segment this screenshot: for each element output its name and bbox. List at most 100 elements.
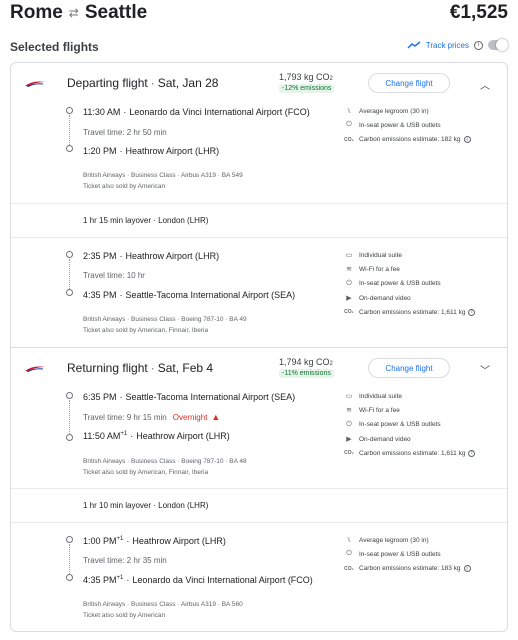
arrival-row: 11:50 AM+1 · Heathrow Airport (LHR) bbox=[83, 431, 230, 441]
info-icon[interactable]: i bbox=[463, 565, 471, 573]
co2-icon: CO₂ bbox=[344, 136, 354, 143]
departing-flight-card: Departing flight · Sat, Jan 28 1,793 kg CO… bbox=[10, 62, 508, 348]
arrival-airport: Heathrow Airport (LHR) bbox=[125, 146, 220, 156]
amenity-video: ▶ On-demand video bbox=[343, 291, 503, 305]
flight-direction: Departing flight bbox=[67, 76, 148, 90]
arrival-row: 4:35 PM · Seattle-Tacoma International Air… bbox=[83, 290, 296, 300]
wifi-icon: ≋ bbox=[346, 266, 352, 274]
track-prices-toggle[interactable] bbox=[488, 39, 508, 51]
emissions-value: 1,794 kg CO bbox=[279, 357, 330, 367]
arrival-time: 1:20 PM bbox=[83, 146, 117, 156]
amenity-power: ⏻ In-seat power & USB outlets bbox=[343, 547, 503, 561]
amenity-emissions: CO₂ Carbon emissions estimate: 1,611 kg i bbox=[343, 446, 503, 460]
emissions-summary: 1,793 kg CO2 -12% emissions bbox=[279, 72, 335, 93]
next-day-marker: +1 bbox=[116, 536, 124, 542]
total-price: €1,525 bbox=[449, 2, 508, 23]
amenity-power: ⏻ In-seat power & USB outlets bbox=[343, 418, 503, 432]
swap-icon: ⇄ bbox=[68, 6, 79, 20]
amenities-list: ⑊ Average legroom (30 in) ⏻ In-seat power … bbox=[343, 533, 503, 576]
amenity-wifi: ≋ Wi-Fi for a fee bbox=[343, 262, 503, 276]
next-day-marker: +1 bbox=[120, 431, 128, 437]
divider bbox=[11, 488, 507, 489]
next-day-marker: +1 bbox=[116, 575, 124, 581]
emissions-badge: -12% emissions bbox=[279, 84, 335, 93]
flight-details: British Airways · Business Class · Boein… bbox=[83, 316, 247, 323]
arrival-time: 11:50 AM bbox=[83, 431, 121, 441]
amenity-suite: ▭ Individual suite bbox=[343, 248, 503, 262]
arrival-time: 4:35 PM bbox=[83, 575, 117, 585]
returning-flight-card: Returning flight · Sat, Feb 4 1,794 kg CO2… bbox=[10, 347, 508, 632]
amenity-emissions: CO₂ Carbon emissions estimate: 182 kg i bbox=[343, 133, 503, 147]
chevron-down-icon[interactable]: ﹀ bbox=[480, 362, 490, 377]
ticket-sellers: Ticket also sold by American, Finnair, I… bbox=[83, 327, 209, 334]
overnight-label: Overnight bbox=[172, 413, 208, 422]
departure-row: 2:35 PM · Heathrow Airport (LHR) bbox=[83, 251, 220, 261]
emissions-summary: 1,794 kg CO2 -11% emissions bbox=[279, 357, 334, 378]
departure-time: 11:30 AM bbox=[83, 107, 121, 117]
flight-details: British Airways · Business Class · Airbu… bbox=[83, 601, 243, 608]
amenity-power: ⏻ In-seat power & USB outlets bbox=[343, 277, 503, 291]
departure-airport: Heathrow Airport (LHR) bbox=[132, 536, 226, 546]
trend-icon bbox=[407, 41, 421, 49]
arrival-airport: Leonardo da Vinci International Airport … bbox=[132, 575, 313, 585]
trip-header: Rome ⇄ Seattle €1,525 bbox=[10, 2, 508, 28]
origin-city: Rome bbox=[10, 2, 63, 23]
layover-info: 1 hr 15 min layover · London (LHR) bbox=[83, 216, 209, 225]
plug-icon: ⏻ bbox=[346, 121, 352, 129]
travel-time: Travel time: 2 hr 35 min bbox=[83, 556, 167, 565]
route-title: Rome ⇄ Seattle bbox=[10, 2, 147, 24]
amenity-legroom: ⑊ Average legroom (30 in) bbox=[343, 104, 503, 118]
info-icon[interactable]: i bbox=[463, 136, 471, 144]
departure-airport: Seattle-Tacoma International Airport (SE… bbox=[125, 392, 296, 402]
flight-details: British Airways · Business Class · Airbu… bbox=[83, 172, 243, 179]
divider bbox=[11, 237, 507, 238]
divider bbox=[11, 203, 507, 204]
suite-icon: ▭ bbox=[345, 252, 353, 260]
amenities-list: ⑊ Average legroom (30 in) ⏻ In-seat power … bbox=[343, 104, 503, 147]
amenity-power: ⏻ In-seat power & USB outlets bbox=[343, 118, 503, 132]
emissions-subscript: 2 bbox=[329, 361, 333, 367]
departure-airport: Heathrow Airport (LHR) bbox=[125, 251, 220, 261]
chevron-up-icon[interactable]: ︿ bbox=[480, 77, 490, 92]
amenities-list: ▭ Individual suite ≋ Wi-Fi for a fee ⏻ In-s… bbox=[343, 389, 503, 460]
ticket-sellers: Ticket also sold by American bbox=[83, 612, 166, 619]
arrival-time: 4:35 PM bbox=[83, 290, 117, 300]
info-icon[interactable]: i bbox=[468, 449, 476, 457]
layover-info: 1 hr 10 min layover · London (LHR) bbox=[83, 501, 209, 510]
arrival-airport: Seattle-Tacoma International Airport (SE… bbox=[125, 290, 296, 300]
arrival-airport: Heathrow Airport (LHR) bbox=[136, 431, 230, 441]
travel-time: Travel time: 9 hr 15 min Overnight ▲ bbox=[83, 412, 220, 422]
departure-time: 2:35 PM bbox=[83, 251, 117, 261]
amenities-list: ▭ Individual suite ≋ Wi-Fi for a fee ⏻ In-s… bbox=[343, 248, 503, 319]
change-flight-button[interactable]: Change flight bbox=[368, 358, 450, 378]
amenity-legroom: ⑊ Average legroom (30 in) bbox=[343, 533, 503, 547]
departure-row: 1:00 PM+1 · Heathrow Airport (LHR) bbox=[83, 536, 226, 546]
arrival-row: 4:35 PM+1 · Leonardo da Vinci Internationa… bbox=[83, 575, 313, 585]
change-flight-button[interactable]: Change flight bbox=[368, 73, 450, 93]
warning-icon: ▲ bbox=[211, 412, 221, 422]
flight-details: British Airways · Business Class · Boein… bbox=[83, 458, 247, 465]
departure-row: 11:30 AM · Leonardo da Vinci International… bbox=[83, 107, 310, 117]
emissions-value: 1,793 kg CO bbox=[279, 72, 330, 82]
british-airways-logo bbox=[25, 366, 45, 372]
info-icon[interactable]: i bbox=[468, 308, 476, 316]
track-prices[interactable]: Track prices i bbox=[407, 39, 508, 51]
info-icon[interactable]: i bbox=[474, 40, 483, 50]
arrival-row: 1:20 PM · Heathrow Airport (LHR) bbox=[83, 146, 220, 156]
video-icon: ▶ bbox=[346, 436, 352, 444]
ticket-sellers: Ticket also sold by American, Finnair, I… bbox=[83, 469, 209, 476]
travel-time: Travel time: 10 hr bbox=[83, 271, 145, 280]
british-airways-logo bbox=[25, 81, 45, 87]
flight-direction: Returning flight bbox=[67, 361, 148, 375]
emissions-badge: -11% emissions bbox=[279, 369, 334, 378]
seat-icon: ⑊ bbox=[346, 536, 352, 544]
flight-date: Sat, Jan 28 bbox=[157, 76, 219, 90]
seat-icon: ⑊ bbox=[346, 107, 352, 115]
co2-icon: CO₂ bbox=[344, 309, 354, 316]
travel-time: Travel time: 2 hr 50 min bbox=[83, 128, 167, 137]
departure-airport: Leonardo da Vinci International Airport … bbox=[129, 107, 310, 117]
video-icon: ▶ bbox=[346, 295, 352, 303]
ticket-sellers: Ticket also sold by American bbox=[83, 183, 166, 190]
plug-icon: ⏻ bbox=[346, 550, 352, 558]
divider bbox=[11, 522, 507, 523]
